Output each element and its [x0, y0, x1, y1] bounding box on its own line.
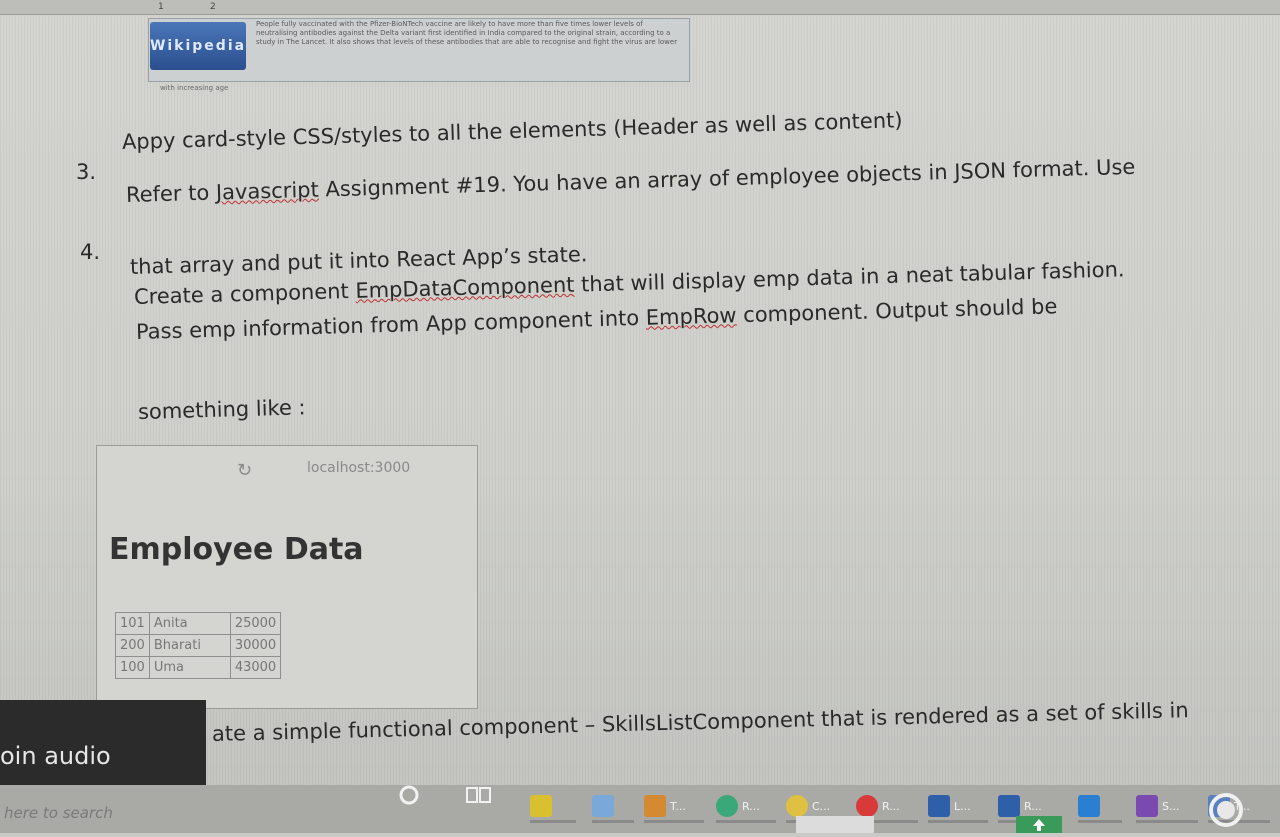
taskbar-app-onenote[interactable]: S... — [1136, 792, 1198, 823]
emp-id-cell: 101 — [115, 612, 150, 635]
arrow-up-icon — [1033, 819, 1045, 831]
header-logo: Wikipedia — [150, 22, 246, 70]
employee-table: 101 Anita 25000 200 Bharati 30000 100 Um… — [115, 612, 282, 679]
cortana-icon[interactable] — [398, 784, 420, 806]
refresh-icon: ↻ — [237, 460, 253, 481]
taskbar-app-file-explorer[interactable] — [530, 792, 576, 823]
taskbar-app-word-1[interactable]: L... — [928, 792, 988, 823]
table-row: 100 Uma 43000 — [115, 656, 282, 679]
ruler-mark-1: 1 — [158, 2, 164, 12]
list-number-4: 4. — [80, 240, 101, 264]
address-bar-url: localhost:3000 — [307, 460, 411, 476]
emp-name-cell: Anita — [148, 612, 231, 635]
emp-salary-cell: 30000 — [229, 634, 282, 657]
taskbar-app-label: R... — [882, 799, 900, 813]
table-row: 101 Anita 25000 — [115, 612, 282, 635]
taskbar-app-vscode[interactable] — [1078, 792, 1122, 823]
task-view-icon[interactable] — [466, 786, 492, 804]
example-output-screenshot: ↻ localhost:3000 Employee Data 101 Anita… — [96, 445, 478, 709]
taskbar-app-store[interactable] — [592, 792, 634, 823]
emp-name-cell: Uma — [148, 656, 231, 679]
emp-id-cell: 100 — [115, 656, 150, 679]
taskbar-app-label: R... — [742, 799, 760, 813]
overlay-green-button[interactable] — [1016, 816, 1062, 833]
list-item-4-line5: something like : — [137, 395, 306, 424]
header-paragraph: People fully vaccinated with the Pfizer-… — [256, 20, 678, 46]
taskbar-app-label: R... — [1024, 799, 1042, 813]
taskbar-app-label: L... — [954, 799, 971, 813]
emp-name-cell: Bharati — [148, 634, 231, 657]
record-circle-icon[interactable] — [1206, 790, 1246, 830]
taskbar-app-label: S... — [1162, 799, 1180, 813]
ruler-mark-2: 2 — [210, 2, 216, 12]
emp-salary-cell: 25000 — [229, 612, 282, 635]
emprow-component-text: EmpRow — [645, 303, 737, 330]
taskbar-app-1[interactable]: T... — [644, 792, 704, 823]
taskbar-search-placeholder[interactable]: here to search — [4, 804, 113, 822]
taskbar-app-2[interactable]: R... — [716, 792, 776, 823]
emp-salary-cell: 43000 — [229, 656, 282, 679]
taskbar-app-label: C... — [812, 799, 831, 813]
overlay-button[interactable] — [796, 816, 874, 833]
join-audio-label[interactable]: oin audio — [0, 742, 111, 770]
list-number-3: 3. — [76, 160, 97, 184]
age-note: with increasing age — [160, 84, 229, 92]
table-row: 200 Bharati 30000 — [115, 634, 282, 657]
line1-pre: Refer to — [125, 180, 217, 207]
employee-data-title: Employee Data — [109, 532, 364, 567]
ruler: 1 2 — [0, 0, 1280, 15]
taskbar-app-label: T... — [670, 799, 686, 813]
javascript-link-text: Javascript — [215, 177, 320, 205]
emp-id-cell: 200 — [115, 634, 150, 657]
